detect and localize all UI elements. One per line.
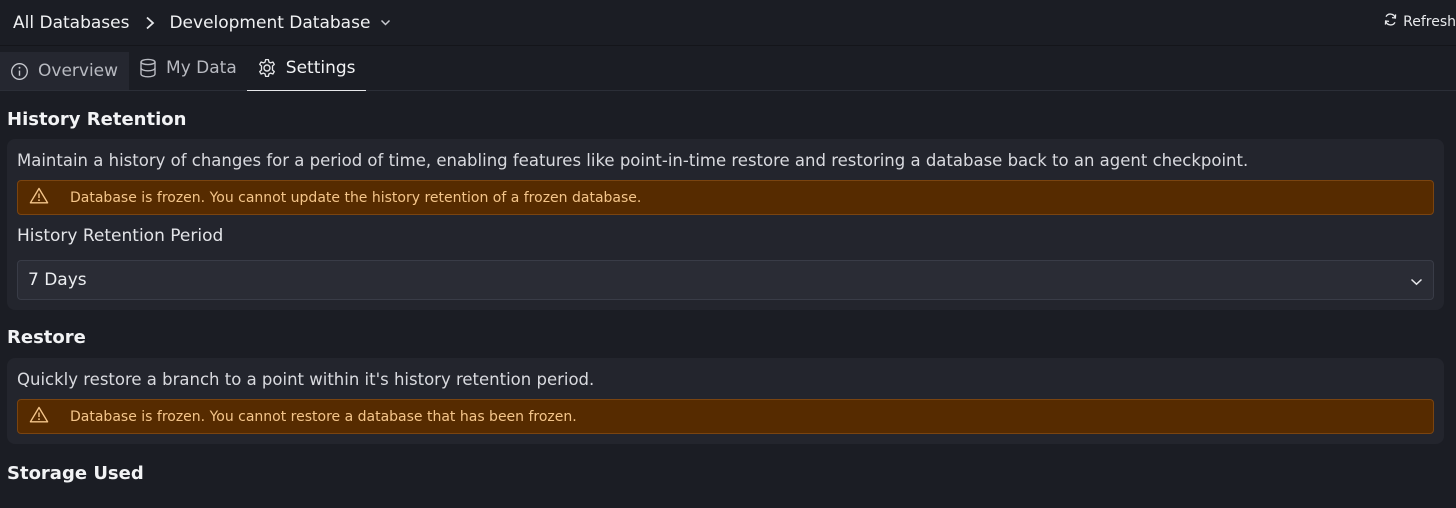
- restore-description: Quickly restore a branch to a point with…: [17, 370, 595, 389]
- top-bar: All Databases Development Database Refre…: [0, 0, 1456, 46]
- history-retention-title: History Retention: [7, 109, 187, 130]
- chevron-down-icon[interactable]: [380, 19, 391, 27]
- database-icon: [139, 58, 157, 78]
- tab-settings-label: Settings: [285, 58, 356, 78]
- storage-used-title: Storage Used: [7, 463, 144, 484]
- refresh-button[interactable]: Refresh: [1383, 12, 1456, 31]
- history-retention-card: Maintain a history of changes for a peri…: [7, 139, 1444, 310]
- gear-icon: [257, 58, 277, 78]
- restore-card: Quickly restore a branch to a point with…: [7, 358, 1444, 444]
- tab-bar: Overview My Data Settings: [0, 46, 1456, 91]
- restore-warning-text: Database is frozen. You cannot restore a…: [70, 408, 577, 425]
- history-retention-warning-text: Database is frozen. You cannot update th…: [70, 189, 642, 206]
- tab-my-data[interactable]: My Data: [129, 46, 247, 90]
- refresh-icon: [1383, 12, 1398, 31]
- tab-settings[interactable]: Settings: [246, 46, 366, 91]
- warning-triangle-icon: [29, 187, 49, 208]
- history-retention-period-value: 7 Days: [28, 270, 87, 290]
- tab-overview-label: Overview: [38, 61, 119, 81]
- refresh-label: Refresh: [1403, 13, 1456, 30]
- tab-overview[interactable]: Overview: [0, 52, 130, 90]
- history-retention-warning: Database is frozen. You cannot update th…: [17, 180, 1434, 215]
- info-circle-icon: [10, 62, 29, 81]
- breadcrumb-current-database[interactable]: Development Database: [169, 13, 370, 33]
- history-retention-period-select[interactable]: 7 Days: [17, 260, 1434, 300]
- history-retention-period-label: History Retention Period: [17, 226, 224, 246]
- restore-title: Restore: [7, 327, 86, 348]
- tab-my-data-label: My Data: [166, 58, 237, 78]
- breadcrumb-all-databases[interactable]: All Databases: [13, 13, 129, 33]
- chevron-right-icon: [145, 16, 155, 30]
- restore-warning: Database is frozen. You cannot restore a…: [17, 399, 1434, 434]
- history-retention-description: Maintain a history of changes for a peri…: [17, 151, 1249, 170]
- chevron-down-icon: [1410, 271, 1423, 290]
- warning-triangle-icon: [29, 406, 49, 427]
